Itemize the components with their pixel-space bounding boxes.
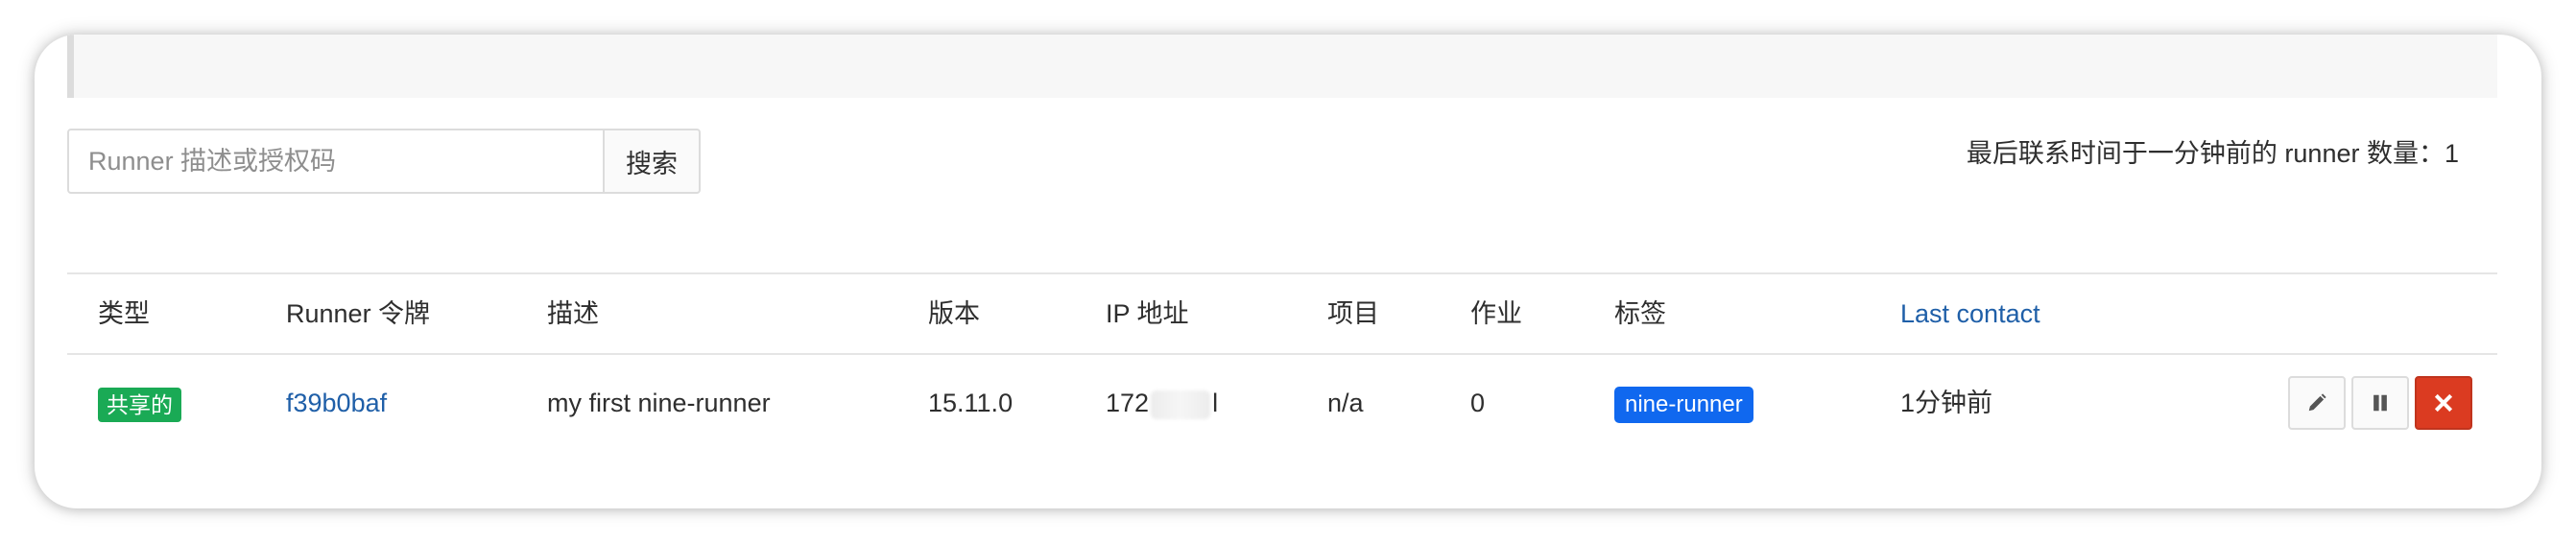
pause-icon xyxy=(2373,394,2387,412)
header-projects: 项目 xyxy=(1327,299,1379,328)
cell-type: 共享的 xyxy=(98,355,181,451)
header-tags: 标签 xyxy=(1614,299,1666,328)
online-runner-count: 最后联系时间于一分钟前的 runner 数量：1 xyxy=(1966,139,2459,168)
ip-redaction-blur xyxy=(1151,390,1211,419)
cell-version: 15.11.0 xyxy=(928,389,1014,417)
cell-tags: nine-runner xyxy=(1614,355,1753,451)
cell-last-contact: 1分钟前 xyxy=(1900,389,1993,417)
edit-runner-button[interactable] xyxy=(2288,376,2346,430)
cell-projects: n/a xyxy=(1327,389,1364,417)
cell-jobs: 0 xyxy=(1470,389,1486,417)
table-header: 类型 Runner 令牌 描述 版本 IP 地址 项目 作业 标签 Last c… xyxy=(67,274,2497,355)
ip-suffix: l xyxy=(1212,389,1219,417)
table-row: 共享的 f39b0baf my first nine-runner 15.11.… xyxy=(67,355,2497,451)
header-version: 版本 xyxy=(928,299,980,328)
runner-token-link[interactable]: f39b0baf xyxy=(286,389,387,417)
header-type: 类型 xyxy=(98,299,150,328)
search-button[interactable]: 搜索 xyxy=(605,129,701,194)
header-description: 描述 xyxy=(547,299,599,328)
top-info-band xyxy=(67,35,2497,98)
header-token: Runner 令牌 xyxy=(286,299,431,328)
row-actions xyxy=(2288,376,2472,430)
header-jobs: 作业 xyxy=(1470,299,1522,328)
pencil-icon xyxy=(2308,393,2326,412)
cell-ip: 172 l xyxy=(1106,355,1218,451)
remove-runner-button[interactable] xyxy=(2415,376,2472,430)
runners-panel: 搜索 最后联系时间于一分钟前的 runner 数量：1 类型 Runner 令牌… xyxy=(35,35,2541,508)
shared-badge: 共享的 xyxy=(98,387,181,422)
cell-token: f39b0baf xyxy=(286,355,387,451)
cell-description: my first nine-runner xyxy=(547,389,771,417)
close-icon xyxy=(2434,393,2453,413)
pause-runner-button[interactable] xyxy=(2351,376,2409,430)
header-last-contact-sort[interactable]: Last contact xyxy=(1900,274,2040,353)
runners-table: 类型 Runner 令牌 描述 版本 IP 地址 项目 作业 标签 Last c… xyxy=(67,272,2497,451)
search-input[interactable] xyxy=(67,129,605,194)
header-ip: IP 地址 xyxy=(1106,299,1189,328)
ip-prefix: 172 xyxy=(1106,389,1150,417)
tag-badge: nine-runner xyxy=(1614,386,1753,423)
search-form: 搜索 xyxy=(67,129,701,194)
